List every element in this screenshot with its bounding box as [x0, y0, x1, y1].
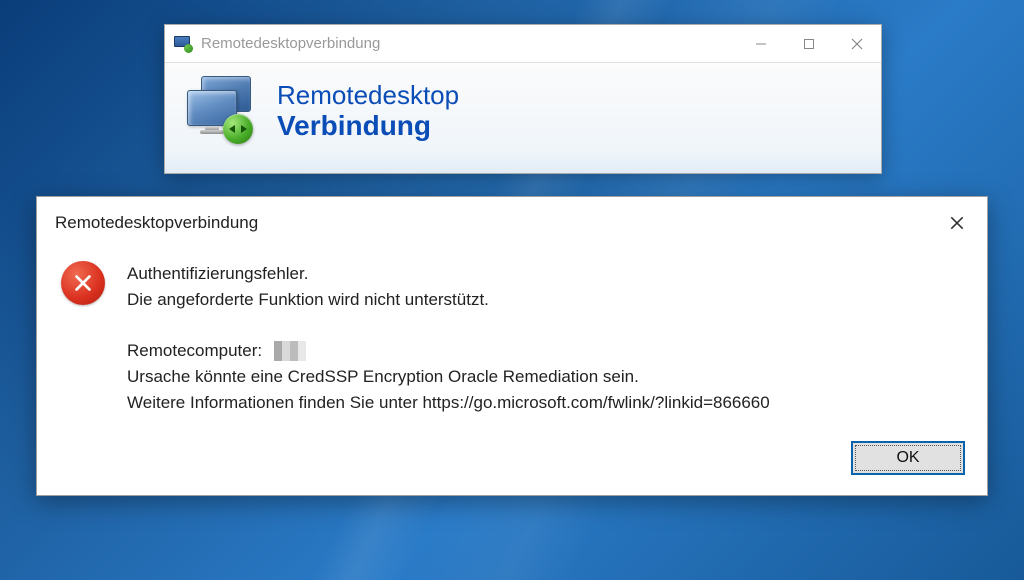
rdp-main-window: Remotedesktopverbindung — [164, 24, 882, 174]
remote-computer-value-redacted — [274, 341, 306, 361]
banner-title-2: Verbindung — [277, 111, 459, 142]
window-controls — [737, 25, 881, 62]
rdp-icon — [173, 34, 193, 54]
dialog-message: Authentifizierungsfehler. Die angeforder… — [127, 261, 770, 417]
error-icon — [61, 261, 105, 305]
titlebar: Remotedesktopverbindung — [165, 25, 881, 63]
dialog-body: Authentifizierungsfehler. Die angeforder… — [37, 241, 987, 427]
error-dialog: Remotedesktopverbindung Authentifizierun… — [36, 196, 988, 496]
banner-title-1: Remotedesktop — [277, 81, 459, 111]
dialog-title: Remotedesktopverbindung — [55, 213, 258, 233]
error-cause: Ursache könnte eine CredSSP Encryption O… — [127, 364, 770, 390]
error-line-1: Authentifizierungsfehler. — [127, 261, 770, 287]
dialog-close-button[interactable] — [941, 207, 973, 239]
close-button[interactable] — [833, 25, 881, 62]
error-line-2: Die angeforderte Funktion wird nicht unt… — [127, 287, 770, 313]
dialog-header: Remotedesktopverbindung — [37, 197, 987, 241]
banner: Remotedesktop Verbindung — [165, 63, 881, 173]
minimize-button[interactable] — [737, 25, 785, 62]
error-info-link: Weitere Informationen finden Sie unter h… — [127, 390, 770, 416]
maximize-button[interactable] — [785, 25, 833, 62]
rdp-logo-icon — [183, 74, 257, 148]
dialog-footer: OK — [37, 427, 987, 479]
ok-button[interactable]: OK — [851, 441, 965, 475]
window-title: Remotedesktopverbindung — [201, 35, 737, 52]
remote-computer-label: Remotecomputer: — [127, 338, 262, 364]
